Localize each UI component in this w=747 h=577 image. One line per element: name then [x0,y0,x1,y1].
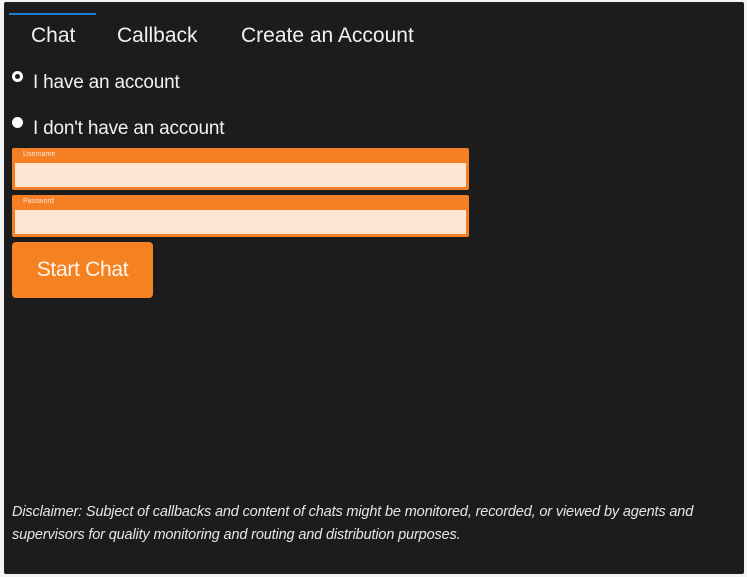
start-chat-button[interactable]: Start Chat [12,242,153,298]
radio-have-account[interactable]: I have an account [12,70,180,94]
chat-panel: Chat Callback Create an Account I have a… [4,2,744,574]
username-field[interactable]: Username [12,148,469,190]
radio-no-account[interactable]: I don't have an account [12,116,225,140]
radio-label-have-account: I have an account [33,72,180,93]
tab-bar: Chat Callback Create an Account [4,2,744,62]
tab-create-account[interactable]: Create an Account [241,24,414,48]
window-frame: Chat Callback Create an Account I have a… [0,0,747,577]
disclaimer-text: Disclaimer: Subject of callbacks and con… [12,504,694,543]
username-label: Username [23,151,56,158]
radio-button[interactable] [12,116,23,128]
username-input[interactable] [15,163,466,187]
password-input[interactable] [15,210,466,234]
tab-callback[interactable]: Callback [117,24,198,48]
active-tab-indicator [9,13,96,15]
tab-chat[interactable]: Chat [31,24,75,48]
password-label: Password [23,198,54,205]
radio-button-selected[interactable] [12,70,23,82]
password-field[interactable]: Password [12,195,469,237]
radio-label-no-account: I don't have an account [33,118,225,139]
